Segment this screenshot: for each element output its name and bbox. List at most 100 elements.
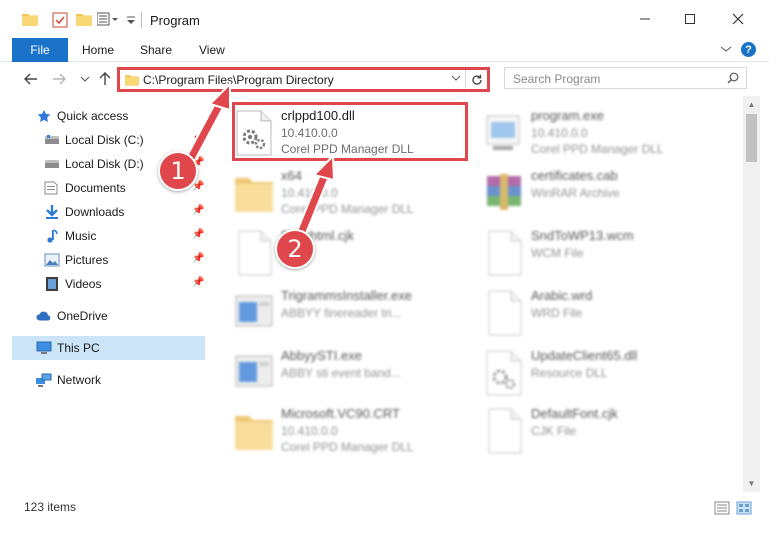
file-name: program.exe — [531, 108, 604, 123]
sidebar-item-downloads[interactable]: Downloads 📌 — [12, 200, 205, 224]
pin-icon[interactable]: 📌 — [192, 133, 204, 144]
sidebar-item-pictures[interactable]: Pictures 📌 — [12, 248, 205, 272]
window-title: Program — [150, 13, 200, 28]
large-icons-view-icon[interactable] — [736, 501, 752, 515]
sidebar-item-label: Local Disk (C:) — [65, 133, 144, 147]
file-description: ABBYY finereader tri... — [281, 306, 402, 320]
chevron-down-icon[interactable] — [451, 74, 461, 82]
file-item-trigrammsinstaller-exe[interactable]: TrigrammsInstaller.exe ABBYY finereader … — [233, 286, 473, 344]
forward-button[interactable] — [50, 70, 68, 88]
pictures-icon — [44, 253, 60, 267]
sidebar-item-label: Documents — [65, 181, 126, 195]
file-item-certificates-cab[interactable]: certificates.cab WinRAR Archive — [483, 166, 723, 224]
item-count: 123 items — [24, 500, 77, 514]
tab-share[interactable]: Share — [140, 43, 172, 57]
sidebar-item-music[interactable]: Music 📌 — [12, 224, 205, 248]
sidebar-item-label: Quick access — [57, 109, 129, 123]
file-item-sndtowp13-wcm[interactable]: SndToWP13.wcm WCM File — [483, 226, 723, 284]
file-type: WRD File — [531, 306, 583, 320]
folder-icon[interactable] — [22, 12, 38, 26]
scroll-up-button[interactable]: ▲ — [743, 96, 760, 113]
sidebar-item-label: Downloads — [65, 205, 125, 219]
pin-icon[interactable]: 📌 — [192, 229, 204, 240]
expand-ribbon-icon[interactable] — [720, 44, 732, 54]
file-name: TrigrammsInstaller.exe — [281, 288, 412, 303]
sidebar-item-quick-access[interactable]: Quick access — [12, 104, 205, 128]
search-box[interactable]: Search Program — [504, 67, 747, 89]
ribbon: File Home Share View ? — [0, 38, 769, 62]
folder-icon — [235, 178, 273, 212]
sidebar-item-this-pc[interactable]: This PC — [12, 336, 205, 360]
search-input[interactable]: Search Program — [513, 72, 600, 86]
file-type: WCM File — [531, 246, 584, 260]
address-bar[interactable]: C:\Program Files\Program Directory — [117, 67, 490, 92]
file-name: UpdateClient65.dll — [531, 348, 638, 363]
tab-view[interactable]: View — [199, 43, 225, 57]
pin-icon[interactable]: 📌 — [192, 205, 204, 216]
file-name: certificates.cab — [531, 168, 618, 183]
chevron-down-icon — [80, 76, 90, 82]
sidebar-item-videos[interactable]: Videos 📌 — [12, 272, 205, 296]
blank-file-icon — [488, 408, 522, 454]
computer-icon — [36, 341, 52, 354]
minimize-button[interactable] — [630, 6, 660, 32]
archive-icon — [487, 174, 521, 210]
network-icon — [36, 373, 52, 387]
file-item-abbyysti-exe[interactable]: AbbyySTI.exe ABBY sti event band... — [233, 346, 473, 404]
sidebar-item-local-disk-c[interactable]: Local Disk (C:) 📌 — [12, 128, 205, 152]
recent-locations-button[interactable] — [76, 70, 94, 88]
installer-icon — [235, 295, 273, 327]
properties-icon[interactable] — [52, 12, 68, 28]
customize-toolbar-icon[interactable] — [97, 12, 121, 26]
file-highlight-box — [232, 102, 468, 161]
tab-file[interactable]: File — [12, 38, 68, 62]
file-item-arabic-wrd[interactable]: Arabic.wrd WRD File — [483, 286, 723, 344]
sidebar-item-label: Network — [57, 373, 102, 387]
back-button[interactable] — [22, 70, 40, 88]
pin-icon[interactable]: 📌 — [192, 277, 204, 288]
file-item-defaultfont-cjk[interactable]: DefaultFont.cjk CJK File — [483, 404, 723, 462]
folder-icon — [235, 416, 273, 450]
cloud-icon — [36, 311, 51, 321]
scroll-down-button[interactable]: ▼ — [743, 475, 760, 492]
title-bar: Program — [0, 0, 769, 38]
file-item-microsoft-vc90-crt[interactable]: Microsoft.VC90.CRT 10.410.0.0 Corel PPD … — [233, 404, 473, 462]
folder-icon — [125, 75, 139, 86]
file-item-errorhtml-cjk[interactable]: Errorhtml.cjk — [233, 226, 473, 284]
address-path[interactable]: C:\Program Files\Program Directory — [143, 73, 334, 87]
maximize-button[interactable] — [675, 6, 705, 32]
vertical-scrollbar[interactable]: ▲ ▼ — [743, 96, 760, 492]
file-item-x64[interactable]: x64 10.410.0.0 Corel PPD Manager DLL — [233, 166, 473, 224]
file-description: Corel PPD Manager DLL — [531, 142, 664, 156]
file-item-program-exe[interactable]: program.exe 10.410.0.0 Corel PPD Manager… — [483, 106, 723, 164]
refresh-button[interactable] — [465, 70, 487, 89]
help-icon[interactable]: ? — [741, 42, 756, 57]
sidebar-item-network[interactable]: Network — [12, 368, 205, 392]
file-name: Arabic.wrd — [531, 288, 593, 303]
refresh-icon — [471, 74, 482, 85]
pin-icon[interactable]: 📌 — [192, 253, 204, 264]
annotation-badge-1: 1 — [158, 151, 198, 191]
documents-icon — [44, 181, 58, 195]
new-folder-icon[interactable] — [76, 12, 92, 26]
star-icon — [37, 109, 51, 122]
details-view-icon[interactable] — [714, 501, 730, 515]
sidebar-item-onedrive[interactable]: OneDrive — [12, 304, 205, 328]
file-version: 10.410.0.0 — [281, 424, 338, 438]
close-button[interactable] — [723, 6, 753, 32]
scroll-thumb[interactable] — [746, 114, 757, 162]
videos-icon — [46, 277, 58, 291]
blank-file-icon — [488, 290, 522, 336]
dropdown-icon[interactable] — [126, 12, 136, 26]
tab-home[interactable]: Home — [82, 43, 114, 57]
drive-icon — [45, 160, 59, 168]
up-button[interactable] — [96, 70, 114, 88]
drive-icon — [45, 135, 59, 144]
music-icon — [47, 229, 58, 243]
file-description: Corel PPD Manager DLL — [281, 440, 414, 454]
file-name: x64 — [281, 168, 302, 183]
file-item-updateclient65-dll[interactable]: UpdateClient65.dll Resource DLL — [483, 346, 723, 404]
dll-gear-icon — [486, 350, 522, 396]
sidebar-item-label: Pictures — [65, 253, 109, 267]
minimize-icon — [640, 18, 650, 20]
